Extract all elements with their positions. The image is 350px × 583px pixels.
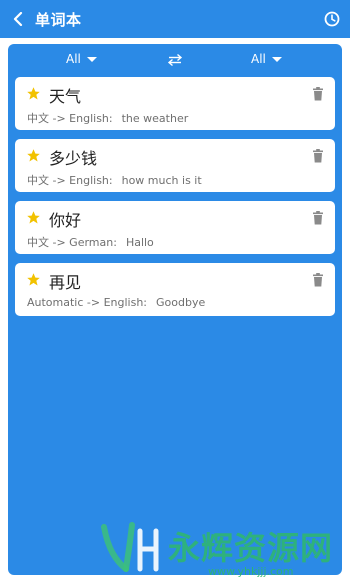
- wordbook-panel: All All 天气 中文 -> English: the weather 多少…: [8, 44, 342, 575]
- word-text: 再见: [49, 273, 82, 292]
- language-direction: 中文 -> German:: [27, 236, 117, 249]
- app-screen: 单词本 All All 天气 中文 -> English: the weathe…: [0, 0, 350, 583]
- trash-icon[interactable]: [312, 87, 324, 101]
- chevron-left-icon: [13, 12, 23, 26]
- word-text: 你好: [49, 211, 82, 230]
- word-card[interactable]: 多少钱 中文 -> English: how much is it: [15, 139, 335, 192]
- language-direction: 中文 -> English:: [27, 112, 113, 125]
- language-direction: Automatic -> English:: [27, 296, 148, 309]
- word-text: 天气: [49, 87, 82, 106]
- clock-icon: [324, 11, 340, 27]
- translation-text: Goodbye: [156, 296, 206, 309]
- target-language-select[interactable]: All: [251, 52, 282, 66]
- translation-meta: 中文 -> English: how much is it: [27, 172, 202, 188]
- word-card[interactable]: 你好 中文 -> German: Hallo: [15, 201, 335, 254]
- translation-text: how much is it: [121, 174, 202, 187]
- translation-meta: 中文 -> English: the weather: [27, 110, 188, 126]
- swap-arrows-icon[interactable]: [167, 53, 183, 67]
- translation-text: the weather: [121, 112, 189, 125]
- star-icon[interactable]: [26, 210, 41, 225]
- trash-icon[interactable]: [312, 273, 324, 287]
- star-icon[interactable]: [26, 272, 41, 287]
- source-language-label: All: [66, 52, 81, 66]
- translation-meta: Automatic -> English: Goodbye: [27, 296, 205, 309]
- caret-down-icon: [86, 56, 97, 62]
- history-button[interactable]: [322, 9, 342, 29]
- app-header: 单词本: [0, 0, 350, 38]
- target-language-label: All: [251, 52, 266, 66]
- star-icon[interactable]: [26, 86, 41, 101]
- translation-text: Hallo: [125, 236, 154, 249]
- trash-icon[interactable]: [312, 211, 324, 225]
- trash-icon[interactable]: [312, 149, 324, 163]
- word-card[interactable]: 再见 Automatic -> English: Goodbye: [15, 263, 335, 316]
- source-language-select[interactable]: All: [66, 52, 97, 66]
- caret-down-icon: [271, 56, 282, 62]
- word-card[interactable]: 天气 中文 -> English: the weather: [15, 77, 335, 130]
- star-icon[interactable]: [26, 148, 41, 163]
- word-text: 多少钱: [49, 149, 98, 168]
- language-filter-bar: All All: [8, 44, 342, 76]
- translation-meta: 中文 -> German: Hallo: [27, 234, 154, 250]
- page-title: 单词本: [35, 10, 82, 29]
- language-direction: 中文 -> English:: [27, 174, 113, 187]
- back-button[interactable]: [3, 0, 33, 38]
